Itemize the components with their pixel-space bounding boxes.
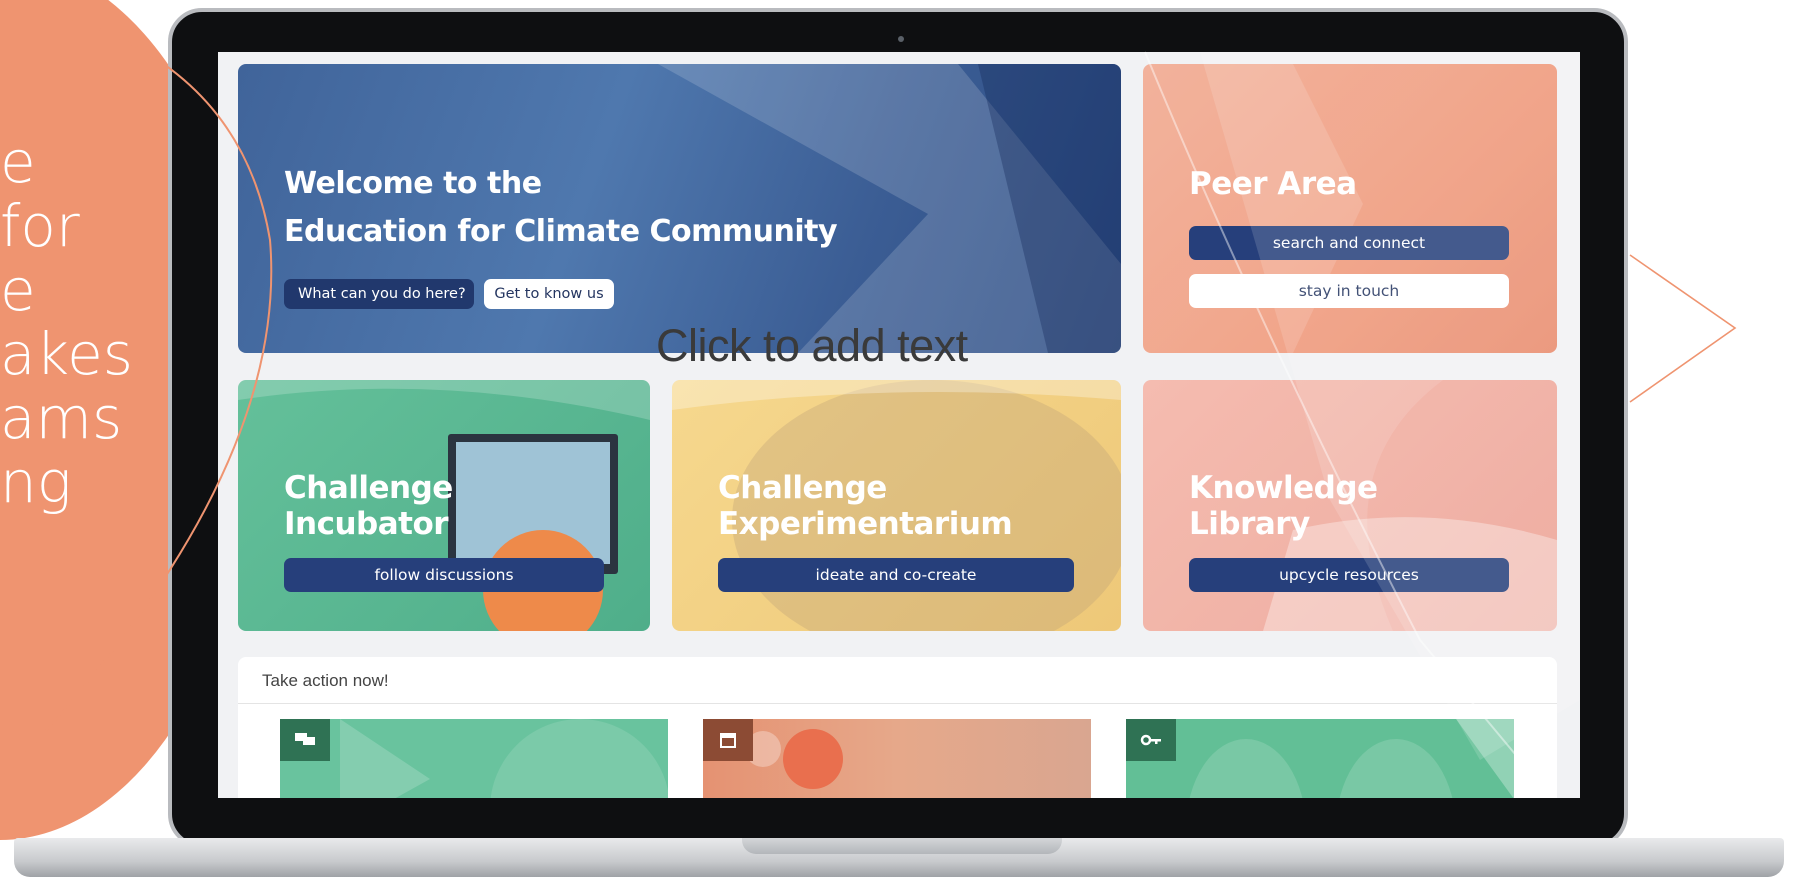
slide-stage: e for e akes ams ng Welcome to the Educa… — [0, 0, 1793, 877]
decorative-outlines — [0, 9, 1737, 781]
laptop-notch — [742, 838, 1062, 854]
